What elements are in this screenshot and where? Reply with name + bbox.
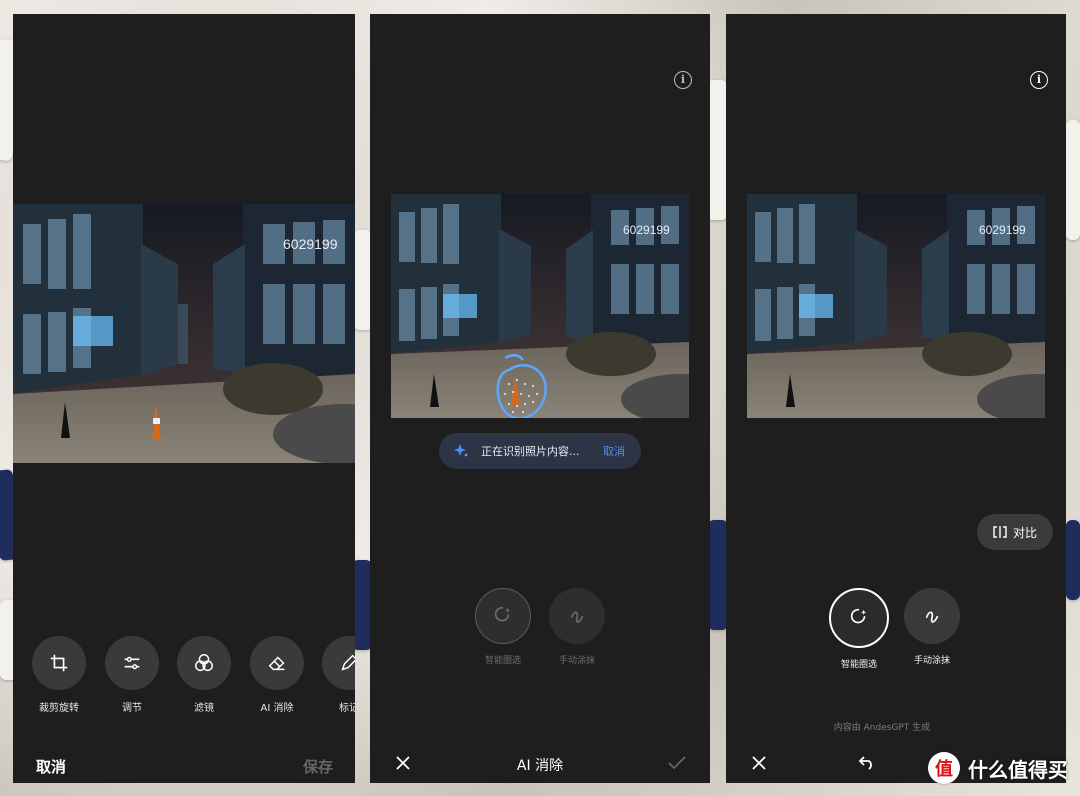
tool-label: 智能圈选 xyxy=(484,656,521,666)
markup-tool[interactable]: 标记 xyxy=(322,636,355,714)
compare-label: 对比 xyxy=(1012,525,1037,540)
tool-label: 手动涂抹 xyxy=(913,656,950,666)
undo-icon[interactable] xyxy=(858,756,876,770)
svg-text:6029199: 6029199 xyxy=(283,236,338,252)
recognizing-status-toast: 正在识别照片内容... 取消 xyxy=(439,433,641,469)
compare-icon xyxy=(993,526,1007,538)
smart-lasso-tool[interactable]: 智能圈选 xyxy=(473,588,533,666)
photo-preview: 6029199 xyxy=(13,204,355,463)
photo-preview: 6029199 xyxy=(391,194,689,418)
editor-panel-tools: 6029199 裁剪旋转 调节 滤镜 AI 消除 标记 取消 保存 xyxy=(13,14,355,783)
ai-erase-tool[interactable]: AI 消除 xyxy=(250,636,304,714)
watermark-text: 什么值得买 xyxy=(968,757,1068,782)
tool-label: 手动涂抹 xyxy=(558,656,595,666)
tool-label: 滤镜 xyxy=(194,703,214,714)
tool-label: 裁剪旋转 xyxy=(39,703,79,714)
watermark-logo: 值 xyxy=(928,752,960,784)
tool-label: 调节 xyxy=(122,703,142,714)
smart-lasso-tool[interactable]: 智能圈选 xyxy=(829,588,889,670)
compare-button[interactable]: 对比 xyxy=(977,514,1053,550)
tool-label: 标记 xyxy=(339,703,355,714)
scribble-icon xyxy=(570,611,584,623)
pen-icon xyxy=(341,654,355,671)
info-icon[interactable]: i xyxy=(674,71,692,89)
info-icon[interactable]: i xyxy=(1030,71,1048,89)
status-cancel-button[interactable]: 取消 xyxy=(603,443,625,459)
site-watermark: 值 什么值得买 xyxy=(928,752,1068,784)
sliders-icon xyxy=(124,656,140,670)
manual-brush-tool[interactable]: 手动涂抹 xyxy=(902,588,962,666)
confirm-check-icon[interactable] xyxy=(668,756,686,770)
manual-brush-tool[interactable]: 手动涂抹 xyxy=(547,588,607,666)
sparkle-icon xyxy=(454,444,468,457)
ai-erase-panel-recognizing: i 6029199 正在识别照片内容... 取消 智能圈选 手动涂抹 AI 消除 xyxy=(370,14,710,783)
photo-preview: 6029199 xyxy=(747,194,1045,418)
save-button[interactable]: 保存 xyxy=(303,756,333,777)
lasso-sparkle-icon xyxy=(850,608,867,624)
ai-erase-panel-result: i 6029199 对比 智能圈选 手动涂抹 内容由 AndesGPT 生成 xyxy=(726,14,1066,783)
ai-credit-text: 内容由 AndesGPT 生成 xyxy=(833,723,931,733)
tool-label: 智能圈选 xyxy=(840,660,877,670)
lasso-sparkle-icon xyxy=(494,606,511,622)
crop-rotate-icon xyxy=(50,654,68,672)
close-icon[interactable] xyxy=(752,756,766,770)
crop-rotate-tool[interactable]: 裁剪旋转 xyxy=(32,636,86,714)
filter-circles-icon xyxy=(195,654,213,672)
svg-text:6029199: 6029199 xyxy=(979,223,1026,237)
svg-text:6029199: 6029199 xyxy=(623,223,670,237)
scribble-icon xyxy=(925,611,939,623)
eraser-icon xyxy=(268,656,285,671)
page-title: AI 消除 xyxy=(516,758,564,774)
filter-tool[interactable]: 滤镜 xyxy=(177,636,231,714)
status-message: 正在识别照片内容... xyxy=(481,445,580,458)
cancel-button[interactable]: 取消 xyxy=(36,756,66,777)
adjust-tool[interactable]: 调节 xyxy=(105,636,159,714)
tool-label: AI 消除 xyxy=(260,703,294,714)
